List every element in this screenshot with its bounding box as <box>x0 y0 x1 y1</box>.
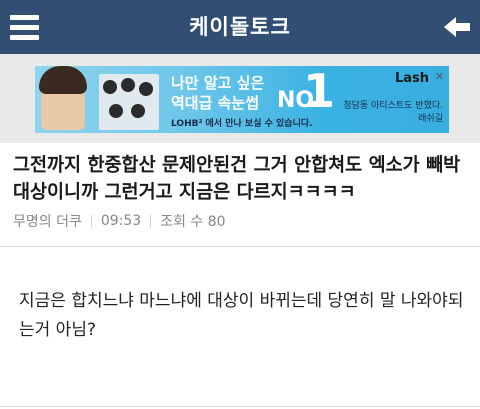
ad-subtext-line1: 청담동 아티스트도 반했다. <box>343 101 443 111</box>
ad-close-icon[interactable]: ✕ <box>435 70 444 83</box>
ad-model-hair <box>39 66 87 94</box>
ad-group-photo <box>99 74 159 130</box>
ad-banner[interactable]: 나만 알고 싶은 역대급 속눈썹 NO. 1 LOHB² 에서 만나 보실 수 … <box>35 66 449 133</box>
post-title: 그전까지 한중합산 문제안된건 그거 안합쳐도 엑소가 빼박대상이니까 그런거고… <box>13 155 461 203</box>
meta-divider <box>150 215 152 227</box>
back-arrow-icon[interactable] <box>442 12 472 42</box>
ad-subtext-line2: 래쉬길 <box>418 114 443 124</box>
app-title[interactable]: 케이돌토크 <box>140 0 340 54</box>
post-author[interactable]: 무명의 더쿠 <box>13 211 82 231</box>
meta-divider <box>90 215 92 227</box>
ad-big-number: 1 <box>303 66 336 118</box>
ad-headline-1: 나만 알고 싶은 <box>171 74 265 92</box>
post-views: 조회 수 80 <box>160 214 226 230</box>
bottom-divider <box>0 406 480 407</box>
ad-headline-2: 역대급 속눈썹 <box>171 94 260 112</box>
ad-subtext: 청담동 아티스트도 반했다. 래쉬길 <box>343 98 443 124</box>
post-time: 09:53 <box>100 213 142 229</box>
ad-caption: LOHB² 에서 만나 보실 수 있습니다. <box>171 119 313 129</box>
top-nav-bar: 케이돌토크 <box>0 0 480 54</box>
hamburger-menu-icon[interactable] <box>10 13 40 41</box>
ad-brand-logo: Lash <box>394 71 429 86</box>
ad-area: 나만 알고 싶은 역대급 속눈썹 NO. 1 LOHB² 에서 만나 보실 수 … <box>0 54 480 143</box>
content-divider <box>0 246 480 247</box>
post-body: 지금은 합치느냐 마느냐에 대상이 바뀌는데 당연히 말 나와야되는거 아님? <box>19 291 464 340</box>
post-meta: 무명의 더쿠 09:53 조회 수 80 <box>13 211 226 231</box>
